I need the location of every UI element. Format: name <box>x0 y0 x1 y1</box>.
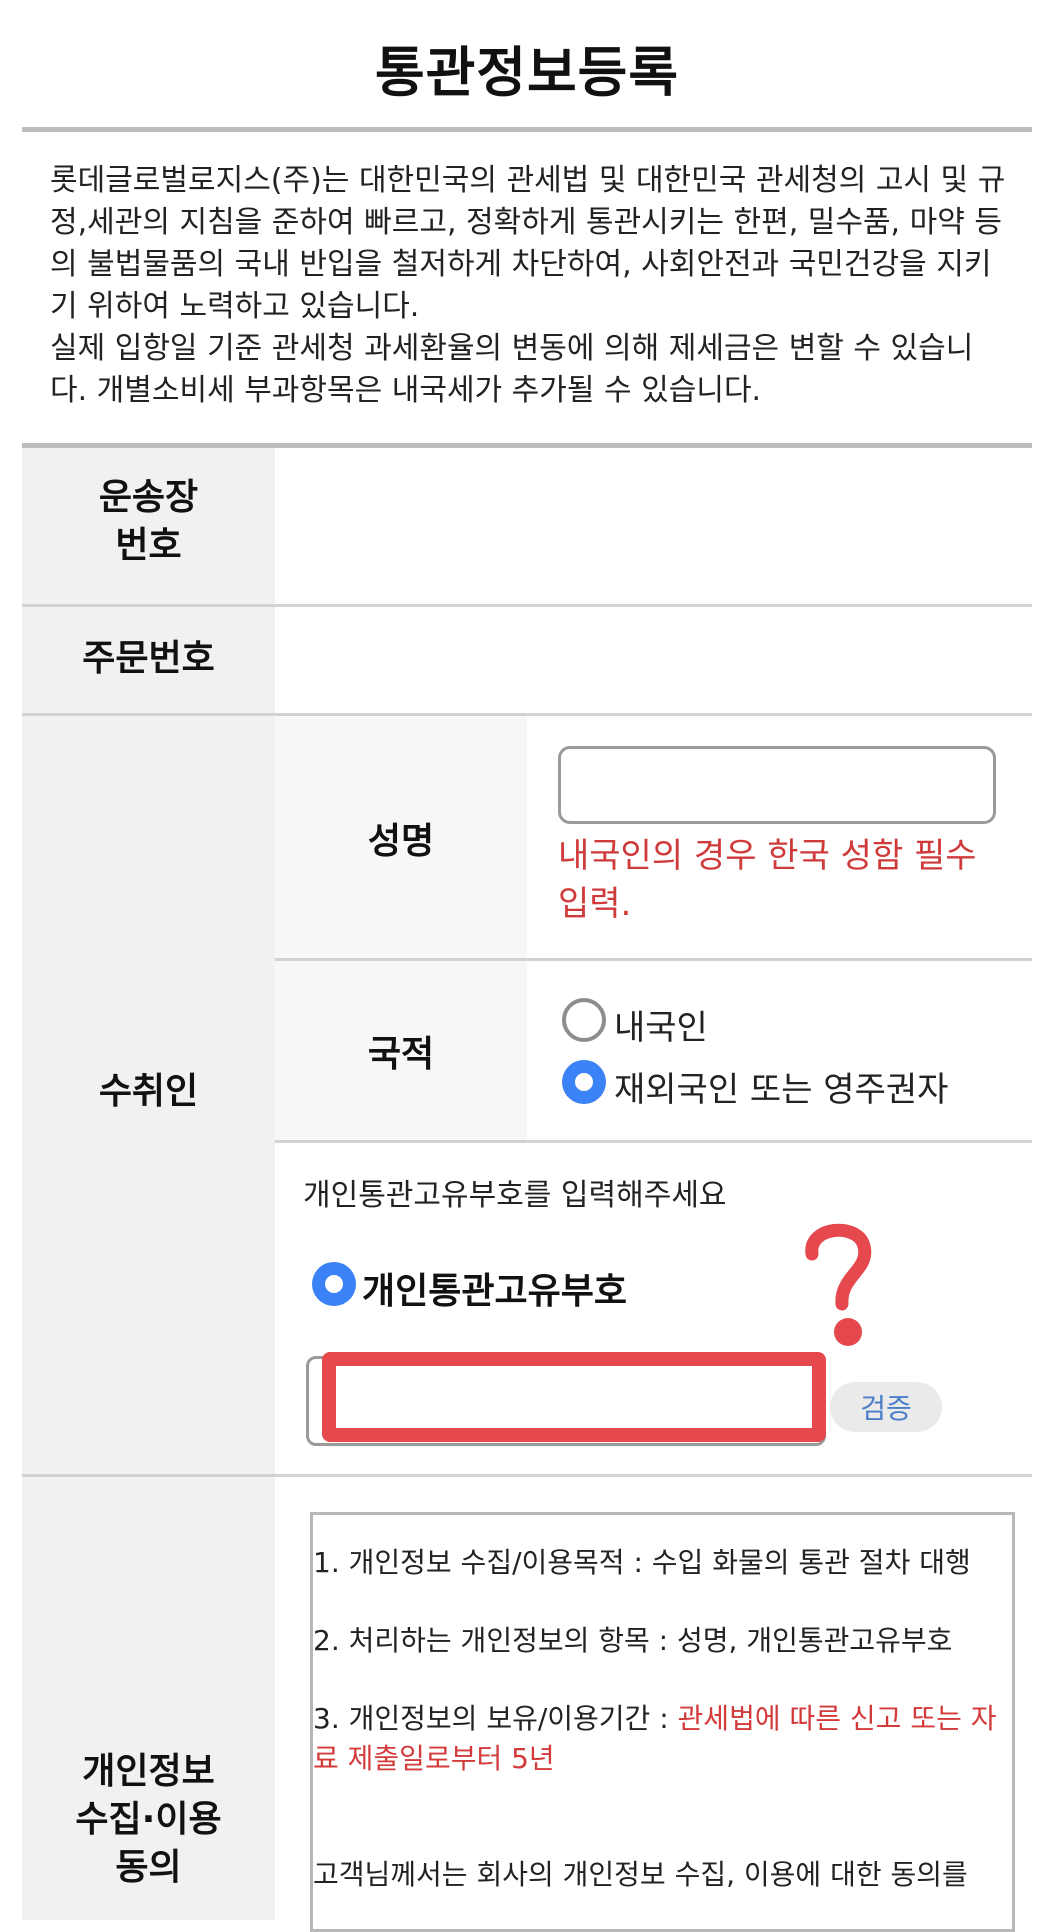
radio-pccc[interactable] <box>312 1262 356 1306</box>
pccc-option-label[interactable]: 개인통관고유부호 <box>362 1262 627 1314</box>
row-divider <box>22 713 1032 716</box>
name-input[interactable] <box>558 746 996 824</box>
verify-button[interactable]: 검증 <box>830 1382 942 1432</box>
row-divider <box>22 1474 1032 1477</box>
question-mark-annotation-icon <box>805 1223 872 1346</box>
consent-closing: 고객님께서는 회사의 개인정보 수집, 이용에 대한 동의를 <box>313 1858 968 1891</box>
waybill-label: 운송장 번호 <box>22 474 275 570</box>
radio-overseas[interactable] <box>562 1060 606 1104</box>
name-warning: 내국인의 경우 한국 성함 필수 입력. <box>558 836 977 924</box>
intro-text: 롯데글로벌로지스(주)는 대한민국의 관세법 및 대한민국 관세청의 고시 및 … <box>50 160 1010 412</box>
intro-paragraph-2: 실제 입항일 기준 관세청 과세환율의 변동에 의해 제세금은 변할 수 있습니… <box>50 331 974 408</box>
radio-domestic[interactable] <box>562 998 606 1042</box>
radio-domestic-label[interactable]: 내국인 <box>614 1000 708 1049</box>
consent-item-3-prefix: 3. 개인정보의 보유/이용기간 : <box>313 1702 678 1735</box>
name-label: 성명 <box>367 821 435 862</box>
title-divider <box>22 127 1032 132</box>
highlight-annotation-box <box>322 1352 826 1442</box>
consent-item-1: 1. 개인정보 수집/이용목적 : 수입 화물의 통관 절차 대행 <box>313 1546 971 1579</box>
consent-text-box[interactable]: 1. 개인정보 수집/이용목적 : 수입 화물의 통관 절차 대행 2. 처리하… <box>310 1512 1015 1932</box>
page-title: 통관정보등록 <box>374 41 680 104</box>
order-number-label: 주문번호 <box>82 638 215 679</box>
nationality-label: 국적 <box>367 1034 435 1075</box>
consent-item-3: 3. 개인정보의 보유/이용기간 : 관세법에 따른 신고 또는 자료 제출일로… <box>313 1699 1012 1779</box>
pccc-hint: 개인통관고유부호를 입력해주세요 <box>303 1178 727 1213</box>
consent-label: 개인정보 수집·이용 동의 <box>22 1748 275 1892</box>
radio-overseas-label[interactable]: 재외국인 또는 영주권자 <box>614 1062 948 1111</box>
consent-label-text: 개인정보 수집·이용 동의 <box>75 1751 222 1888</box>
intro-paragraph-1: 롯데글로벌로지스(주)는 대한민국의 관세법 및 대한민국 관세청의 고시 및 … <box>50 163 1006 324</box>
waybill-label-text: 운송장 번호 <box>98 477 199 566</box>
consent-item-2: 2. 처리하는 개인정보의 항목 : 성명, 개인통관고유부호 <box>313 1624 953 1657</box>
row-divider <box>22 604 1032 607</box>
recipient-label: 수취인 <box>98 1071 199 1112</box>
inner-divider <box>275 1140 1032 1143</box>
